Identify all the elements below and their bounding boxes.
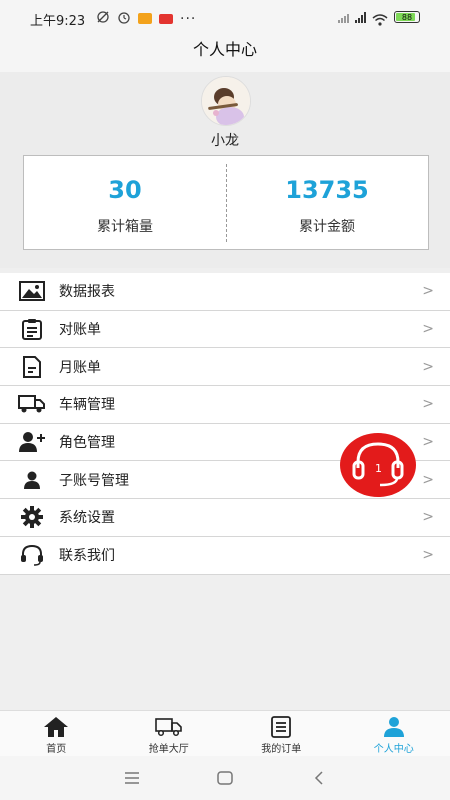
stat-label: 累计金额	[299, 219, 355, 235]
tab-my-orders[interactable]: 我的订单	[225, 711, 338, 756]
customer-support-button[interactable]: 1	[340, 433, 416, 497]
chevron-right-icon: >	[422, 509, 434, 526]
chevron-right-icon: >	[422, 283, 434, 300]
status-bar: 上午9:23 ··· 88	[0, 0, 450, 36]
image-icon	[17, 280, 47, 302]
alarm-icon	[117, 10, 131, 27]
chevron-right-icon: >	[422, 358, 434, 375]
tab-label: 我的订单	[261, 744, 302, 755]
back-icon[interactable]	[313, 770, 325, 789]
menu-item-label: 数据报表	[59, 284, 115, 301]
mail-notification-icon	[138, 13, 152, 24]
menu-icon[interactable]	[124, 770, 140, 789]
menu-item-statement[interactable]: 对账单 >	[0, 311, 450, 349]
document-icon	[17, 355, 47, 378]
stat-total-amount: 13735 累计金额	[226, 156, 428, 249]
more-notifications-icon: ···	[180, 10, 197, 27]
chevron-right-icon: >	[422, 547, 434, 564]
tab-home[interactable]: 首页	[0, 711, 113, 756]
chevron-right-icon: >	[422, 471, 434, 488]
stat-value: 13735	[285, 176, 369, 204]
avatar[interactable]	[201, 76, 251, 126]
stat-value: 30	[108, 176, 142, 204]
chevron-right-icon: >	[422, 434, 434, 451]
stats-card: 30 累计箱量 13735 累计金额	[23, 155, 429, 250]
tab-label: 首页	[46, 744, 67, 755]
profile-section: 小龙 30 累计箱量 13735 累计金额	[0, 72, 450, 268]
menu-item-system-settings[interactable]: 系统设置 >	[0, 499, 450, 537]
menu-item-label: 车辆管理	[59, 397, 115, 414]
menu-item-label: 对账单	[59, 322, 101, 339]
add-user-icon	[17, 431, 47, 453]
signal-icon-1	[338, 12, 349, 23]
user-icon	[380, 715, 408, 739]
menu-item-contact-us[interactable]: 联系我们 >	[0, 537, 450, 575]
menu-list: 数据报表 > 对账单 > 月账单 > 车辆管理 > 角色管理 > 子账号管理 >	[0, 273, 450, 575]
menu-item-label: 系统设置	[59, 510, 115, 527]
menu-item-label: 月账单	[59, 359, 101, 376]
clipboard-list-icon	[17, 318, 47, 341]
sync-off-icon	[96, 10, 110, 27]
status-time: 上午9:23	[30, 14, 86, 29]
truck-icon	[17, 393, 47, 415]
menu-item-data-report[interactable]: 数据报表 >	[0, 273, 450, 311]
battery-icon: 88	[394, 11, 420, 23]
menu-item-label: 角色管理	[59, 435, 115, 452]
tab-order-hall[interactable]: 抢单大厅	[113, 711, 226, 756]
stat-total-boxes: 30 累计箱量	[24, 156, 226, 249]
bottom-tab-bar: 首页 抢单大厅 我的订单 个人中心	[0, 710, 450, 756]
home-nav-icon[interactable]	[217, 770, 233, 789]
system-nav-bar	[0, 756, 450, 800]
chevron-right-icon: >	[422, 321, 434, 338]
truck-icon	[154, 715, 183, 739]
gear-icon	[17, 506, 47, 529]
order-list-icon	[267, 715, 295, 739]
menu-item-vehicle-management[interactable]: 车辆管理 >	[0, 386, 450, 424]
home-icon	[42, 715, 70, 739]
tab-label: 抢单大厅	[148, 744, 189, 755]
menu-item-monthly-bill[interactable]: 月账单 >	[0, 348, 450, 387]
status-right-icons: 88	[338, 11, 420, 26]
chevron-right-icon: >	[422, 396, 434, 413]
page-title: 个人中心	[192, 40, 257, 59]
stat-label: 累计箱量	[97, 219, 153, 235]
user-icon	[17, 469, 47, 491]
headset-icon	[17, 544, 47, 566]
wifi-icon	[372, 11, 388, 26]
menu-item-label: 联系我们	[59, 548, 115, 565]
battery-level: 88	[401, 12, 413, 22]
support-badge: 1	[375, 462, 382, 475]
status-left-icons: ···	[96, 10, 196, 27]
app-notification-icon	[159, 13, 173, 24]
page-header: 个人中心	[0, 36, 450, 72]
username: 小龙	[211, 133, 239, 149]
signal-icon-2	[355, 11, 366, 23]
menu-item-label: 子账号管理	[59, 472, 129, 489]
tab-personal-center[interactable]: 个人中心	[338, 711, 450, 756]
tab-label: 个人中心	[373, 744, 414, 755]
